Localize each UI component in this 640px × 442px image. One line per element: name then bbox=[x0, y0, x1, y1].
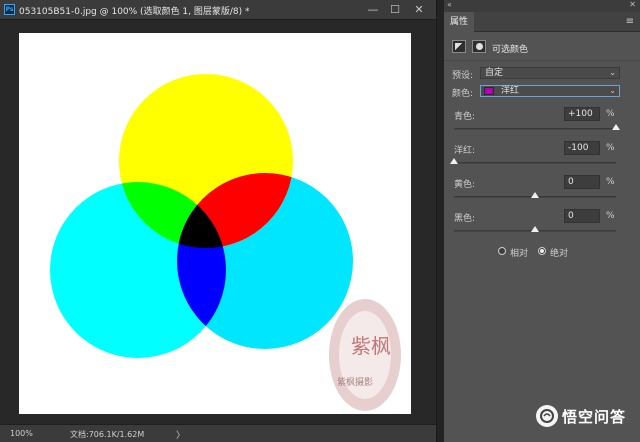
colors-value: 洋红 bbox=[501, 86, 520, 96]
slider-thumb[interactable] bbox=[531, 192, 539, 198]
percent-unit: % bbox=[606, 143, 615, 153]
zoom-level[interactable]: 100% bbox=[10, 429, 33, 438]
seal-characters: 紫枫 bbox=[351, 334, 391, 358]
percent-unit: % bbox=[606, 177, 615, 187]
slider-magenta: 洋红: -100 % bbox=[450, 141, 632, 177]
document-window: Ps 053105B51-0.jpg @ 100% (选取颜色 1, 图层蒙版/… bbox=[0, 0, 436, 442]
restore-button[interactable]: ☐ bbox=[388, 3, 402, 17]
minimize-button[interactable]: — bbox=[366, 3, 380, 17]
divider bbox=[444, 60, 640, 61]
status-bar: 100% 文档:706.1K/1.62M 〉 bbox=[0, 424, 436, 442]
preset-value: 自定 bbox=[485, 68, 504, 78]
preset-dropdown[interactable]: 自定 ⌄ bbox=[480, 67, 620, 79]
slider-thumb[interactable] bbox=[612, 124, 620, 130]
panel-header: 属性 ≡ bbox=[444, 12, 640, 32]
watermark: 悟空问答 bbox=[536, 404, 626, 428]
watermark-text: 悟空问答 bbox=[562, 407, 627, 426]
panel-menu-icon[interactable]: ≡ bbox=[626, 16, 634, 27]
close-button[interactable]: ✕ bbox=[412, 3, 426, 17]
absolute-radio[interactable] bbox=[538, 247, 546, 255]
chevron-down-icon: ⌄ bbox=[609, 86, 616, 95]
color-circles-image: 紫枫 紫枫摄影 bbox=[50, 74, 401, 411]
preset-label: 预设: bbox=[452, 71, 474, 81]
absolute-label[interactable]: 绝对 bbox=[550, 246, 568, 259]
wukong-logo-icon bbox=[536, 405, 558, 427]
colors-label: 颜色: bbox=[452, 89, 474, 99]
properties-panel: « ✕ 属性 ≡ 可选颜色 预设: 自定 ⌄ 颜色: 洋红 ⌄ 青色: +100… bbox=[444, 0, 640, 442]
slider-cyan: 青色: +100 % bbox=[452, 107, 632, 143]
document-tab[interactable]: Ps 053105B51-0.jpg @ 100% (选取颜色 1, 图层蒙版/… bbox=[0, 0, 436, 20]
canvas-area[interactable]: 紫枫 紫枫摄影 bbox=[0, 21, 436, 424]
slider-thumb[interactable] bbox=[531, 226, 539, 232]
adjustment-header: 可选颜色 bbox=[452, 38, 632, 56]
slider-label: 洋红: bbox=[454, 146, 476, 156]
slider-track[interactable] bbox=[454, 128, 616, 130]
image-canvas[interactable]: 紫枫 紫枫摄影 bbox=[19, 33, 411, 414]
seal-stamp: 紫枫 紫枫摄影 bbox=[329, 299, 401, 411]
method-radio-group: 相对 绝对 bbox=[498, 246, 618, 259]
slider-track[interactable] bbox=[454, 162, 616, 164]
collapse-icon[interactable]: « bbox=[447, 0, 452, 9]
document-info[interactable]: 文档:706.1K/1.62M bbox=[70, 429, 144, 440]
relative-label[interactable]: 相对 bbox=[510, 246, 528, 259]
document-title: 053105B51-0.jpg @ 100% (选取颜色 1, 图层蒙版/8) … bbox=[19, 7, 250, 17]
black-value-input[interactable]: 0 bbox=[564, 209, 600, 223]
slider-yellow: 黄色: 0 % bbox=[452, 175, 632, 211]
layer-mask-icon[interactable] bbox=[472, 40, 486, 53]
status-menu-arrow-icon[interactable]: 〉 bbox=[176, 428, 185, 441]
slider-label: 青色: bbox=[454, 112, 476, 122]
adjustment-layer-icon[interactable] bbox=[452, 40, 466, 53]
slider-thumb[interactable] bbox=[450, 158, 458, 164]
magenta-value-input[interactable]: -100 bbox=[564, 141, 600, 155]
slider-label: 黑色: bbox=[454, 214, 476, 224]
seal-caption: 紫枫摄影 bbox=[337, 376, 373, 388]
adjustment-title: 可选颜色 bbox=[492, 45, 529, 55]
slider-label: 黄色: bbox=[454, 180, 476, 190]
panel-topbar: « ✕ bbox=[444, 0, 640, 12]
slider-black: 黑色: 0 % bbox=[452, 209, 632, 245]
panel-close-icon[interactable]: ✕ bbox=[629, 0, 636, 9]
color-swatch bbox=[484, 87, 494, 95]
yellow-value-input[interactable]: 0 bbox=[564, 175, 600, 189]
relative-radio[interactable] bbox=[498, 247, 506, 255]
panel-body: 可选颜色 预设: 自定 ⌄ 颜色: 洋红 ⌄ 青色: +100 % 洋红: -1… bbox=[444, 32, 640, 442]
cyan-value-input[interactable]: +100 bbox=[564, 107, 600, 121]
photoshop-icon: Ps bbox=[4, 4, 15, 15]
tab-properties[interactable]: 属性 bbox=[444, 12, 474, 32]
percent-unit: % bbox=[606, 211, 615, 221]
panel-divider[interactable] bbox=[436, 0, 444, 442]
percent-unit: % bbox=[606, 109, 615, 119]
colors-dropdown[interactable]: 洋红 ⌄ bbox=[480, 85, 620, 97]
chevron-down-icon: ⌄ bbox=[609, 68, 616, 77]
